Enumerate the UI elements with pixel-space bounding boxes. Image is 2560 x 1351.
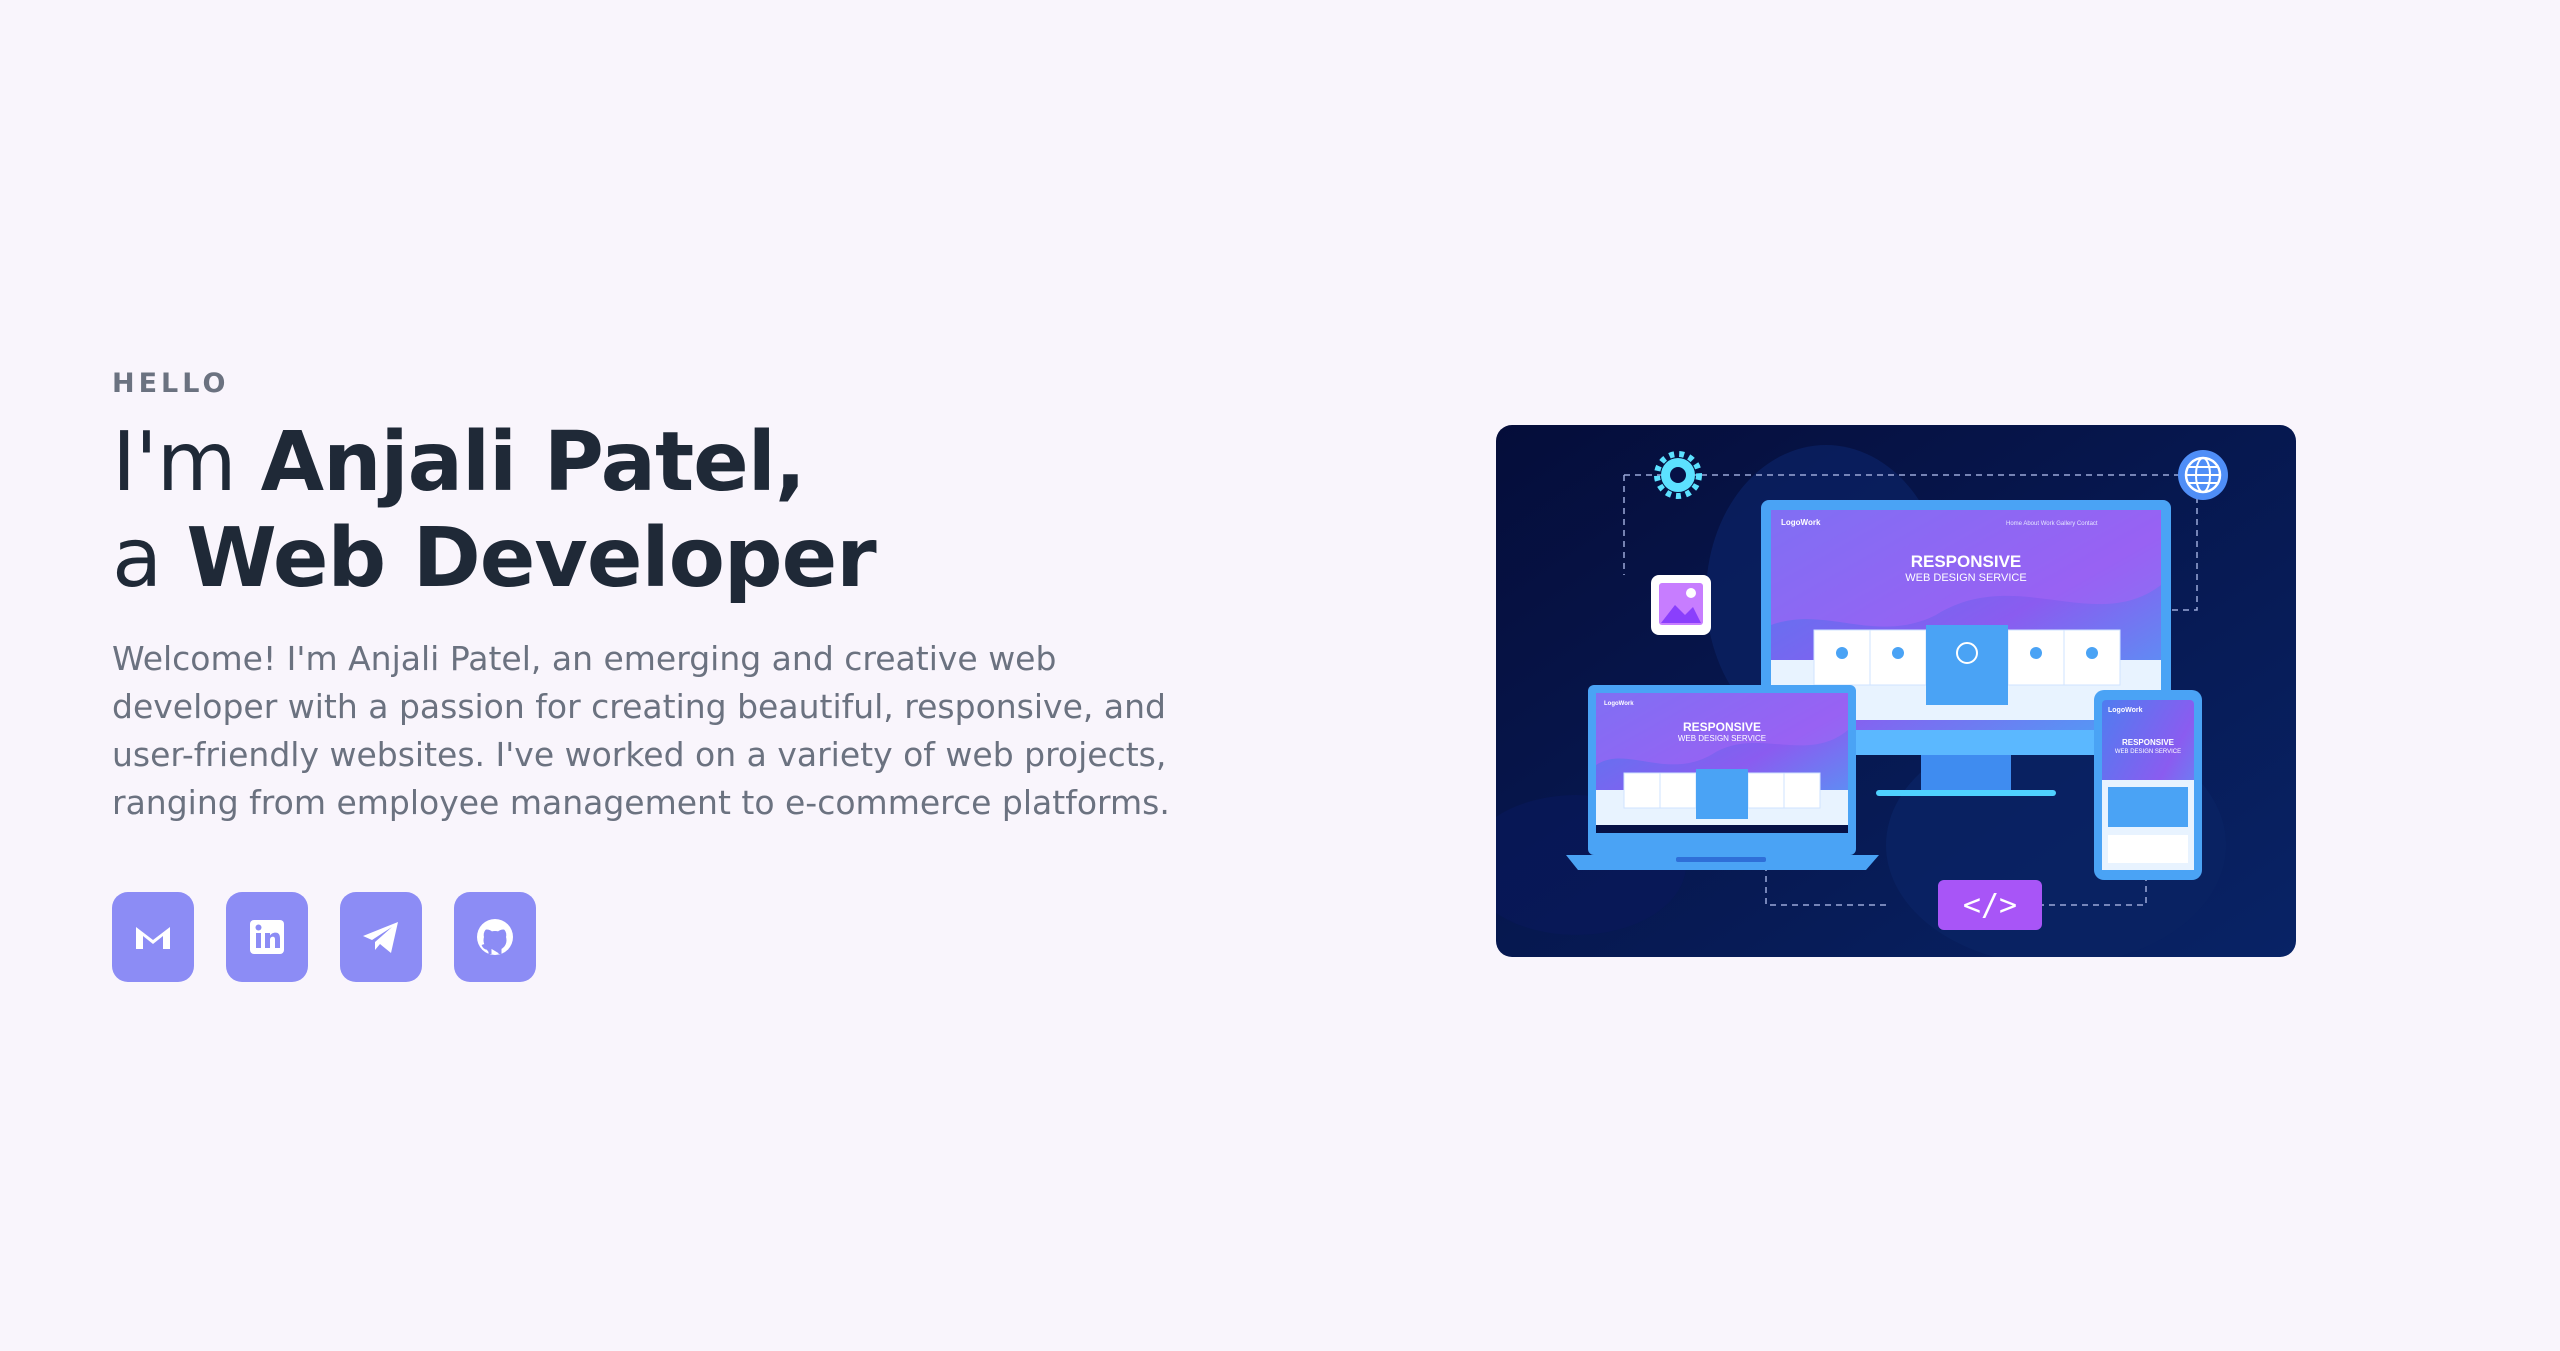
github-icon [477,919,513,955]
svg-text:WEB DESIGN SERVICE: WEB DESIGN SERVICE [1905,572,2026,584]
gmail-button[interactable] [112,892,194,982]
globe-icon [2178,450,2228,500]
linkedin-button[interactable] [226,892,308,982]
hero-headline: I'm Anjali Patel, a Web Developer [112,415,1242,607]
hero-eyebrow: HELLO [112,368,230,399]
github-button[interactable] [454,892,536,982]
svg-text:LogoWork: LogoWork [1781,518,1821,527]
svg-text:LogoWork: LogoWork [1604,701,1634,707]
headline-line-1: I'm Anjali Patel, [112,415,1242,511]
headline-prefix-1: I'm [112,415,261,510]
svg-text:RESPONSIVE: RESPONSIVE [1911,552,2022,571]
svg-text:WEB DESIGN SERVICE: WEB DESIGN SERVICE [1678,734,1766,743]
headline-role: Web Developer [186,511,876,606]
hero-section: HELLO I'm Anjali Patel, a Web Developer … [112,370,1242,982]
gmail-icon [136,927,170,949]
headline-name: Anjali Patel, [260,415,806,510]
telegram-icon [363,922,398,953]
headline-prefix-2: a [112,511,187,606]
svg-text:RESPONSIVE: RESPONSIVE [1683,720,1761,734]
headline-line-2: a Web Developer [112,511,1242,607]
image-icon [1651,575,1711,635]
svg-text:WEB DESIGN SERVICE: WEB DESIGN SERVICE [2115,749,2181,755]
social-links [112,892,1242,982]
svg-text:Home About Work Gallery: Home About Work Gallery Contact [2006,521,2098,527]
linkedin-icon [250,920,284,954]
svg-text:LogoWork: LogoWork [2108,707,2143,714]
code-tag-badge: </> [1938,880,2042,930]
phone: LogoWork RESPONSIVE WEB DESIGN SERVICE [2094,690,2202,880]
svg-text:RESPONSIVE: RESPONSIVE [2122,738,2175,747]
responsive-design-illustration: LogoWork Home About Work Gallery Contact… [1496,425,2296,957]
telegram-button[interactable] [340,892,422,982]
laptop: LogoWork RESPONSIVE WEB DESIGN SERVICE [1566,685,1879,870]
code-tag-text: </> [1963,888,2017,923]
hero-intro: Welcome! I'm Anjali Patel, an emerging a… [112,639,1170,822]
devices-artwork: LogoWork Home About Work Gallery Contact… [1496,425,2296,957]
